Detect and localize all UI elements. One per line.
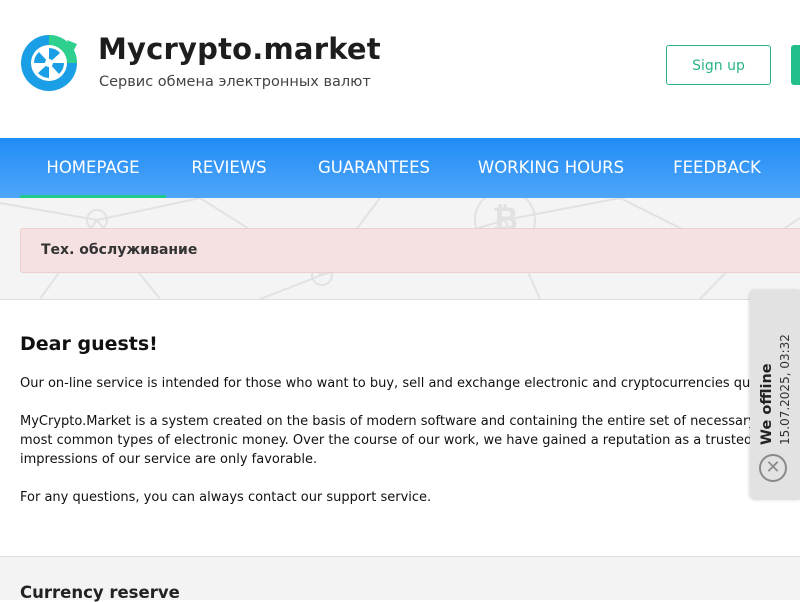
currency-reserve-title: Currency reserve <box>20 583 180 602</box>
brand-title[interactable]: Mycrypto.market <box>98 32 381 66</box>
welcome-paragraph-2-line-2: most common types of electronic money. O… <box>20 433 800 448</box>
welcome-paragraph-3: For any questions, you can always contac… <box>20 490 432 505</box>
welcome-paragraph-2-line-1: MyCrypto.Market is a system created on t… <box>20 414 800 429</box>
nav-item-guarantees[interactable]: GUARANTEES <box>292 138 456 198</box>
nav-item-feedback[interactable]: FEEDBACK <box>646 138 788 198</box>
main-nav: HOMEPAGE REVIEWS GUARANTEES WORKING HOUR… <box>0 138 800 198</box>
welcome-title: Dear guests! <box>20 333 158 355</box>
brand-subtitle: Сервис обмена электронных валют <box>99 74 371 90</box>
login-button-partial[interactable] <box>791 45 800 85</box>
nav-item-working-hours[interactable]: WORKING HOURS <box>456 138 646 198</box>
chat-status-text[interactable]: We offline 15.07.2025, 03:32 <box>750 290 800 450</box>
chat-timestamp: 15.07.2025, 03:32 <box>778 334 792 445</box>
chat-status-label: We offline <box>759 363 775 445</box>
maintenance-alert: Тех. обслуживание <box>20 228 800 273</box>
site-header: Mycrypto.market Сервис обмена электронны… <box>0 0 800 138</box>
nav-item-reviews[interactable]: REVIEWS <box>166 138 292 198</box>
close-icon[interactable]: ✕ <box>759 454 787 482</box>
logo-icon[interactable] <box>20 34 78 92</box>
welcome-paragraph-1: Our on-line service is intended for thos… <box>20 376 800 391</box>
welcome-paragraph-2-line-3: impressions of our service are only favo… <box>20 452 318 467</box>
nav-item-homepage[interactable]: HOMEPAGE <box>20 138 166 198</box>
signup-button[interactable]: Sign up <box>666 45 771 85</box>
